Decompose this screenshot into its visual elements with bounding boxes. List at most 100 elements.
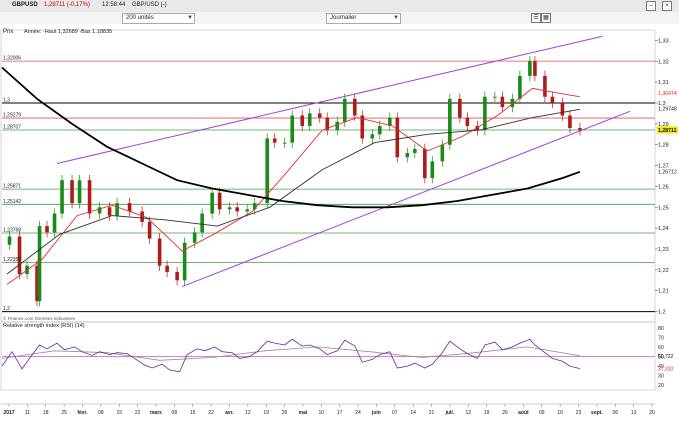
minimize-icon[interactable]: – [646, 1, 656, 11]
y-tick-label: 1,32 [658, 59, 669, 65]
price-tag-label: 1,30474 [658, 91, 677, 97]
units-select[interactable]: 200 unités ▼ [122, 13, 195, 24]
source-note: © Finance.com Données indicatives [3, 315, 76, 321]
y-tick-label: 1,23 [658, 247, 669, 253]
x-tick-label: 08 [98, 410, 104, 416]
x-tick-label: févr. [77, 410, 88, 416]
candle-body [440, 144, 445, 162]
y-tick-label: 1,21 [658, 289, 669, 295]
x-tick-label: 10 [319, 410, 325, 416]
candle-body [483, 96, 487, 131]
candle-body [157, 238, 162, 266]
y-tick-label: 1,25 [658, 205, 669, 211]
candle-body [543, 75, 547, 97]
x-tick-label: avr. [225, 410, 234, 416]
units-select-value: 200 unités [126, 15, 154, 21]
date-axis: 2017 11 18 25 févr. 08 15 22 mars 08 15 22 avr. 12 19 2… [3, 404, 655, 416]
candle-body [533, 61, 537, 76]
rsi-tick-label: 30 [658, 374, 664, 380]
candle-body [335, 121, 340, 131]
candle-body [17, 236, 22, 275]
level-label: 1,23768 [3, 227, 21, 233]
candle-body [458, 98, 462, 118]
candle-body [272, 138, 277, 143]
x-tick-label: 07 [392, 410, 398, 416]
x-tick-label: 19 [484, 410, 490, 416]
candle-body [52, 213, 57, 233]
candle-body [37, 226, 42, 302]
x-tick-label: 22 [135, 410, 141, 416]
level-label: 1,25142 [3, 199, 21, 205]
y-tick-label: 1,31 [658, 80, 669, 86]
toolbar-tool-icon[interactable]: ☰ [531, 13, 541, 23]
level-label: 1,22358 [3, 257, 21, 263]
main-chart-label: Prix [3, 29, 13, 35]
candle-body [127, 203, 132, 212]
candle-body [352, 98, 357, 116]
price-tag-label: 1,28711 [658, 128, 677, 134]
x-tick-label: 11 [25, 410, 30, 416]
x-tick-label: 14 [410, 410, 416, 416]
rsi-tick-label: 80 [658, 326, 664, 332]
price-tag: 1,30474 [658, 91, 677, 97]
candle-body [115, 203, 119, 216]
candle-body [235, 207, 239, 212]
rsi-plot-border [0, 321, 656, 391]
chart-area[interactable]: Prix Année: ·Haut 1,32689 ·Bas 1,18835 ©… [0, 24, 679, 422]
candle [290, 110, 295, 148]
candle-body [217, 192, 222, 210]
candle-body [7, 236, 12, 245]
candle-body [528, 61, 532, 76]
candle-body [200, 213, 204, 233]
instrument-symbol[interactable]: GBPUSD [12, 2, 38, 8]
x-tick-label: juil. [445, 410, 455, 416]
candle-body [290, 115, 295, 143]
rsi-value-tag: 37,310 [658, 367, 674, 373]
candle-body [60, 180, 64, 214]
x-tick-label: 08 [172, 410, 178, 416]
x-tick-label: mars [150, 410, 162, 416]
x-tick-label: 15 [116, 410, 122, 416]
candle-body [227, 207, 232, 210]
candle-body [578, 128, 582, 131]
instrument-name: GBP/USD (-) [132, 2, 167, 8]
candle-body [70, 180, 74, 204]
toolbar-grid-icon[interactable]: ▦ [541, 13, 551, 23]
y-tick-label: 1,28 [658, 143, 669, 149]
x-tick-label: 23 [576, 410, 582, 416]
level-label: 1,28707 [3, 124, 21, 130]
candle-body [413, 148, 417, 154]
price-tag: 1,29748 [658, 106, 677, 112]
candle-body [182, 242, 187, 281]
x-tick-label: 16 [557, 410, 563, 416]
level-label: 1,29279 [3, 113, 21, 119]
candle-body [45, 226, 49, 233]
candle-body [395, 117, 400, 158]
x-tick-label: 12 [466, 410, 472, 416]
x-tick-label: 2017 [3, 410, 14, 416]
candle-body [500, 96, 505, 108]
x-tick-label: 24 [355, 410, 361, 416]
chevron-down-icon: ▼ [187, 15, 193, 21]
candle-body [342, 98, 347, 122]
period-select[interactable]: Journalier ▼ [326, 13, 401, 24]
candle [17, 231, 22, 280]
x-tick-label: 13 [631, 410, 637, 416]
candle-body [430, 161, 435, 179]
close-icon[interactable]: × [662, 1, 672, 11]
candle-body [192, 232, 197, 243]
x-tick-label: 09 [539, 410, 545, 416]
candle-body [77, 180, 82, 204]
candle-body [448, 98, 452, 145]
x-tick-label: 21 [429, 410, 435, 416]
x-tick-label: 25 [61, 410, 67, 416]
candle-body [317, 113, 322, 118]
candle-body [307, 113, 312, 126]
candle-body [210, 192, 214, 214]
y-tick-label: 1,22 [658, 268, 669, 274]
candle-body [377, 125, 382, 135]
candle-body [87, 180, 92, 214]
candle-body [165, 265, 169, 272]
price-tag: 1,26712 [658, 170, 677, 176]
y-tick-label: 1,26 [658, 184, 669, 190]
